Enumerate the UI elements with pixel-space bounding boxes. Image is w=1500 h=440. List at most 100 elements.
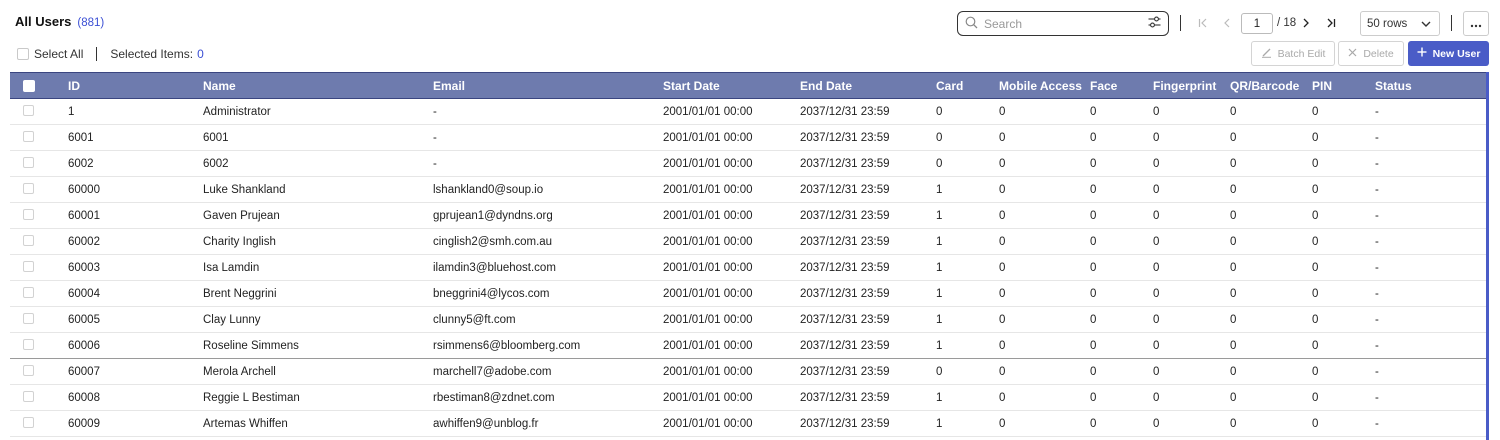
next-page-icon[interactable] [1298, 13, 1314, 33]
row-checkbox[interactable] [23, 104, 34, 116]
delete-button[interactable]: Delete [1338, 41, 1404, 66]
cell-email: marchell7@adobe.com [433, 365, 552, 378]
table-row[interactable]: 60002 Charity Inglish cinglish2@smh.com.au… [10, 229, 1486, 255]
cell-email: - [433, 157, 437, 170]
row-checkbox[interactable] [23, 338, 34, 350]
cell-status: - [1375, 313, 1379, 326]
table-row[interactable]: 60005 Clay Lunny clunny5@ft.com 2001/01/01 … [10, 307, 1486, 333]
cell-email: cinglish2@smh.com.au [433, 235, 553, 248]
column-header-face[interactable]: Face [1090, 72, 1153, 99]
table-row[interactable]: 60001 Gaven Prujean gprujean1@dyndns.org 20… [10, 203, 1486, 229]
cell-name: Charity Inglish [203, 235, 276, 248]
column-header-pin[interactable]: PIN [1312, 72, 1375, 99]
search-input[interactable] [984, 16, 1148, 31]
cell-qr-barcode: 0 [1230, 313, 1237, 326]
row-select-cell [10, 229, 68, 255]
cell-mobile-access: 0 [999, 313, 1006, 326]
prev-page-icon[interactable] [1219, 13, 1235, 33]
column-header-name[interactable]: Name [203, 72, 433, 99]
cell-face: 0 [1090, 209, 1097, 222]
cell-card: 0 [936, 131, 943, 144]
column-header-email[interactable]: Email [433, 72, 663, 99]
select-all-checkbox[interactable] [17, 48, 29, 60]
cell-card: 1 [936, 391, 943, 404]
last-page-icon[interactable] [1323, 13, 1339, 33]
column-header-id[interactable]: ID [68, 72, 203, 99]
cell-card: 1 [936, 417, 943, 430]
rows-per-page-select[interactable]: 50 rows [1360, 11, 1440, 36]
cell-start-date: 2001/01/01 00:00 [663, 261, 753, 274]
row-checkbox[interactable] [23, 390, 34, 402]
cell-id: 60008 [68, 391, 100, 404]
column-header-qr-barcode[interactable]: QR/Barcode [1230, 72, 1312, 99]
cell-mobile-access: 0 [999, 105, 1006, 118]
row-checkbox[interactable] [23, 286, 34, 298]
table-row[interactable]: 60000 Luke Shankland lshankland0@soup.io 20… [10, 177, 1486, 203]
close-icon [1348, 48, 1357, 60]
cell-fingerprint: 0 [1153, 235, 1160, 248]
cell-status: - [1375, 365, 1379, 378]
row-checkbox[interactable] [23, 312, 34, 324]
row-checkbox[interactable] [23, 260, 34, 272]
cell-status: - [1375, 261, 1379, 274]
row-checkbox[interactable] [23, 182, 34, 194]
cell-mobile-access: 0 [999, 417, 1006, 430]
row-checkbox[interactable] [23, 130, 34, 142]
cell-mobile-access: 0 [999, 183, 1006, 196]
cell-name: Administrator [203, 105, 271, 118]
cell-face: 0 [1090, 235, 1097, 248]
column-header-card[interactable]: Card [936, 72, 999, 99]
cell-name: Luke Shankland [203, 183, 286, 196]
table-row[interactable]: 60006 Roseline Simmens rsimmens6@bloomberg… [10, 333, 1486, 359]
cell-face: 0 [1090, 313, 1097, 326]
column-header-mobile-access[interactable]: Mobile Access [999, 72, 1090, 99]
row-checkbox[interactable] [23, 364, 34, 376]
column-header-status[interactable]: Status [1375, 72, 1486, 99]
page-title: All Users [15, 14, 72, 29]
filter-settings-icon[interactable] [1148, 16, 1161, 31]
new-user-button[interactable]: New User [1408, 41, 1489, 66]
search-icon [965, 16, 978, 32]
cell-id: 6001 [68, 131, 94, 144]
cell-mobile-access: 0 [999, 209, 1006, 222]
cell-end-date: 2037/12/31 23:59 [800, 235, 890, 248]
table-row[interactable]: 6001 6001 - 2001/01/01 00:00 2037/12/31 23:5… [10, 125, 1486, 151]
page-number-input[interactable] [1241, 13, 1273, 34]
table-row[interactable]: 6002 6002 - 2001/01/01 00:00 2037/12/31 23:5… [10, 151, 1486, 177]
cell-name: Roseline Simmens [203, 339, 299, 352]
cell-pin: 0 [1312, 261, 1319, 274]
first-page-icon[interactable] [1195, 13, 1211, 33]
row-select-cell [10, 177, 68, 203]
column-header-fingerprint[interactable]: Fingerprint [1153, 72, 1230, 99]
table-row[interactable]: 60003 Isa Lamdin ilamdin3@bluehost.com 2001… [10, 255, 1486, 281]
cell-pin: 0 [1312, 235, 1319, 248]
select-all-label[interactable]: Select All [34, 47, 83, 61]
cell-end-date: 2037/12/31 23:59 [800, 105, 890, 118]
more-options-button[interactable] [1463, 11, 1489, 36]
header-select-checkbox[interactable] [23, 80, 35, 93]
cell-face: 0 [1090, 261, 1097, 274]
row-checkbox[interactable] [23, 416, 34, 428]
column-header-start-date[interactable]: Start Date [663, 72, 800, 99]
selected-items-count: 0 [197, 47, 204, 61]
table-row[interactable]: 1 Administrator - 2001/01/01 00:00 2037/12/3… [10, 99, 1486, 125]
table-row[interactable]: 60008 Reggie L Bestiman rbestiman8@zdnet.c… [10, 385, 1486, 411]
cell-fingerprint: 0 [1153, 287, 1160, 300]
cell-end-date: 2037/12/31 23:59 [800, 183, 890, 196]
search-box[interactable] [957, 11, 1169, 36]
cell-id: 60004 [68, 287, 100, 300]
cell-email: - [433, 131, 437, 144]
cell-status: - [1375, 339, 1379, 352]
row-checkbox[interactable] [23, 208, 34, 220]
batch-edit-button[interactable]: Batch Edit [1251, 41, 1335, 66]
row-checkbox[interactable] [23, 156, 34, 168]
table-row[interactable]: 60004 Brent Neggrini bneggrini4@lycos.com 2… [10, 281, 1486, 307]
cell-fingerprint: 0 [1153, 313, 1160, 326]
table-row[interactable]: 60009 Artemas Whiffen awhiffen9@unblog.fr 2… [10, 411, 1486, 437]
column-header-end-date[interactable]: End Date [800, 72, 936, 99]
table-row[interactable]: 60007 Merola Archell marchell7@adobe.com 20… [10, 359, 1486, 385]
cell-card: 1 [936, 235, 943, 248]
cell-name: Artemas Whiffen [203, 417, 288, 430]
cell-mobile-access: 0 [999, 339, 1006, 352]
row-checkbox[interactable] [23, 234, 34, 246]
